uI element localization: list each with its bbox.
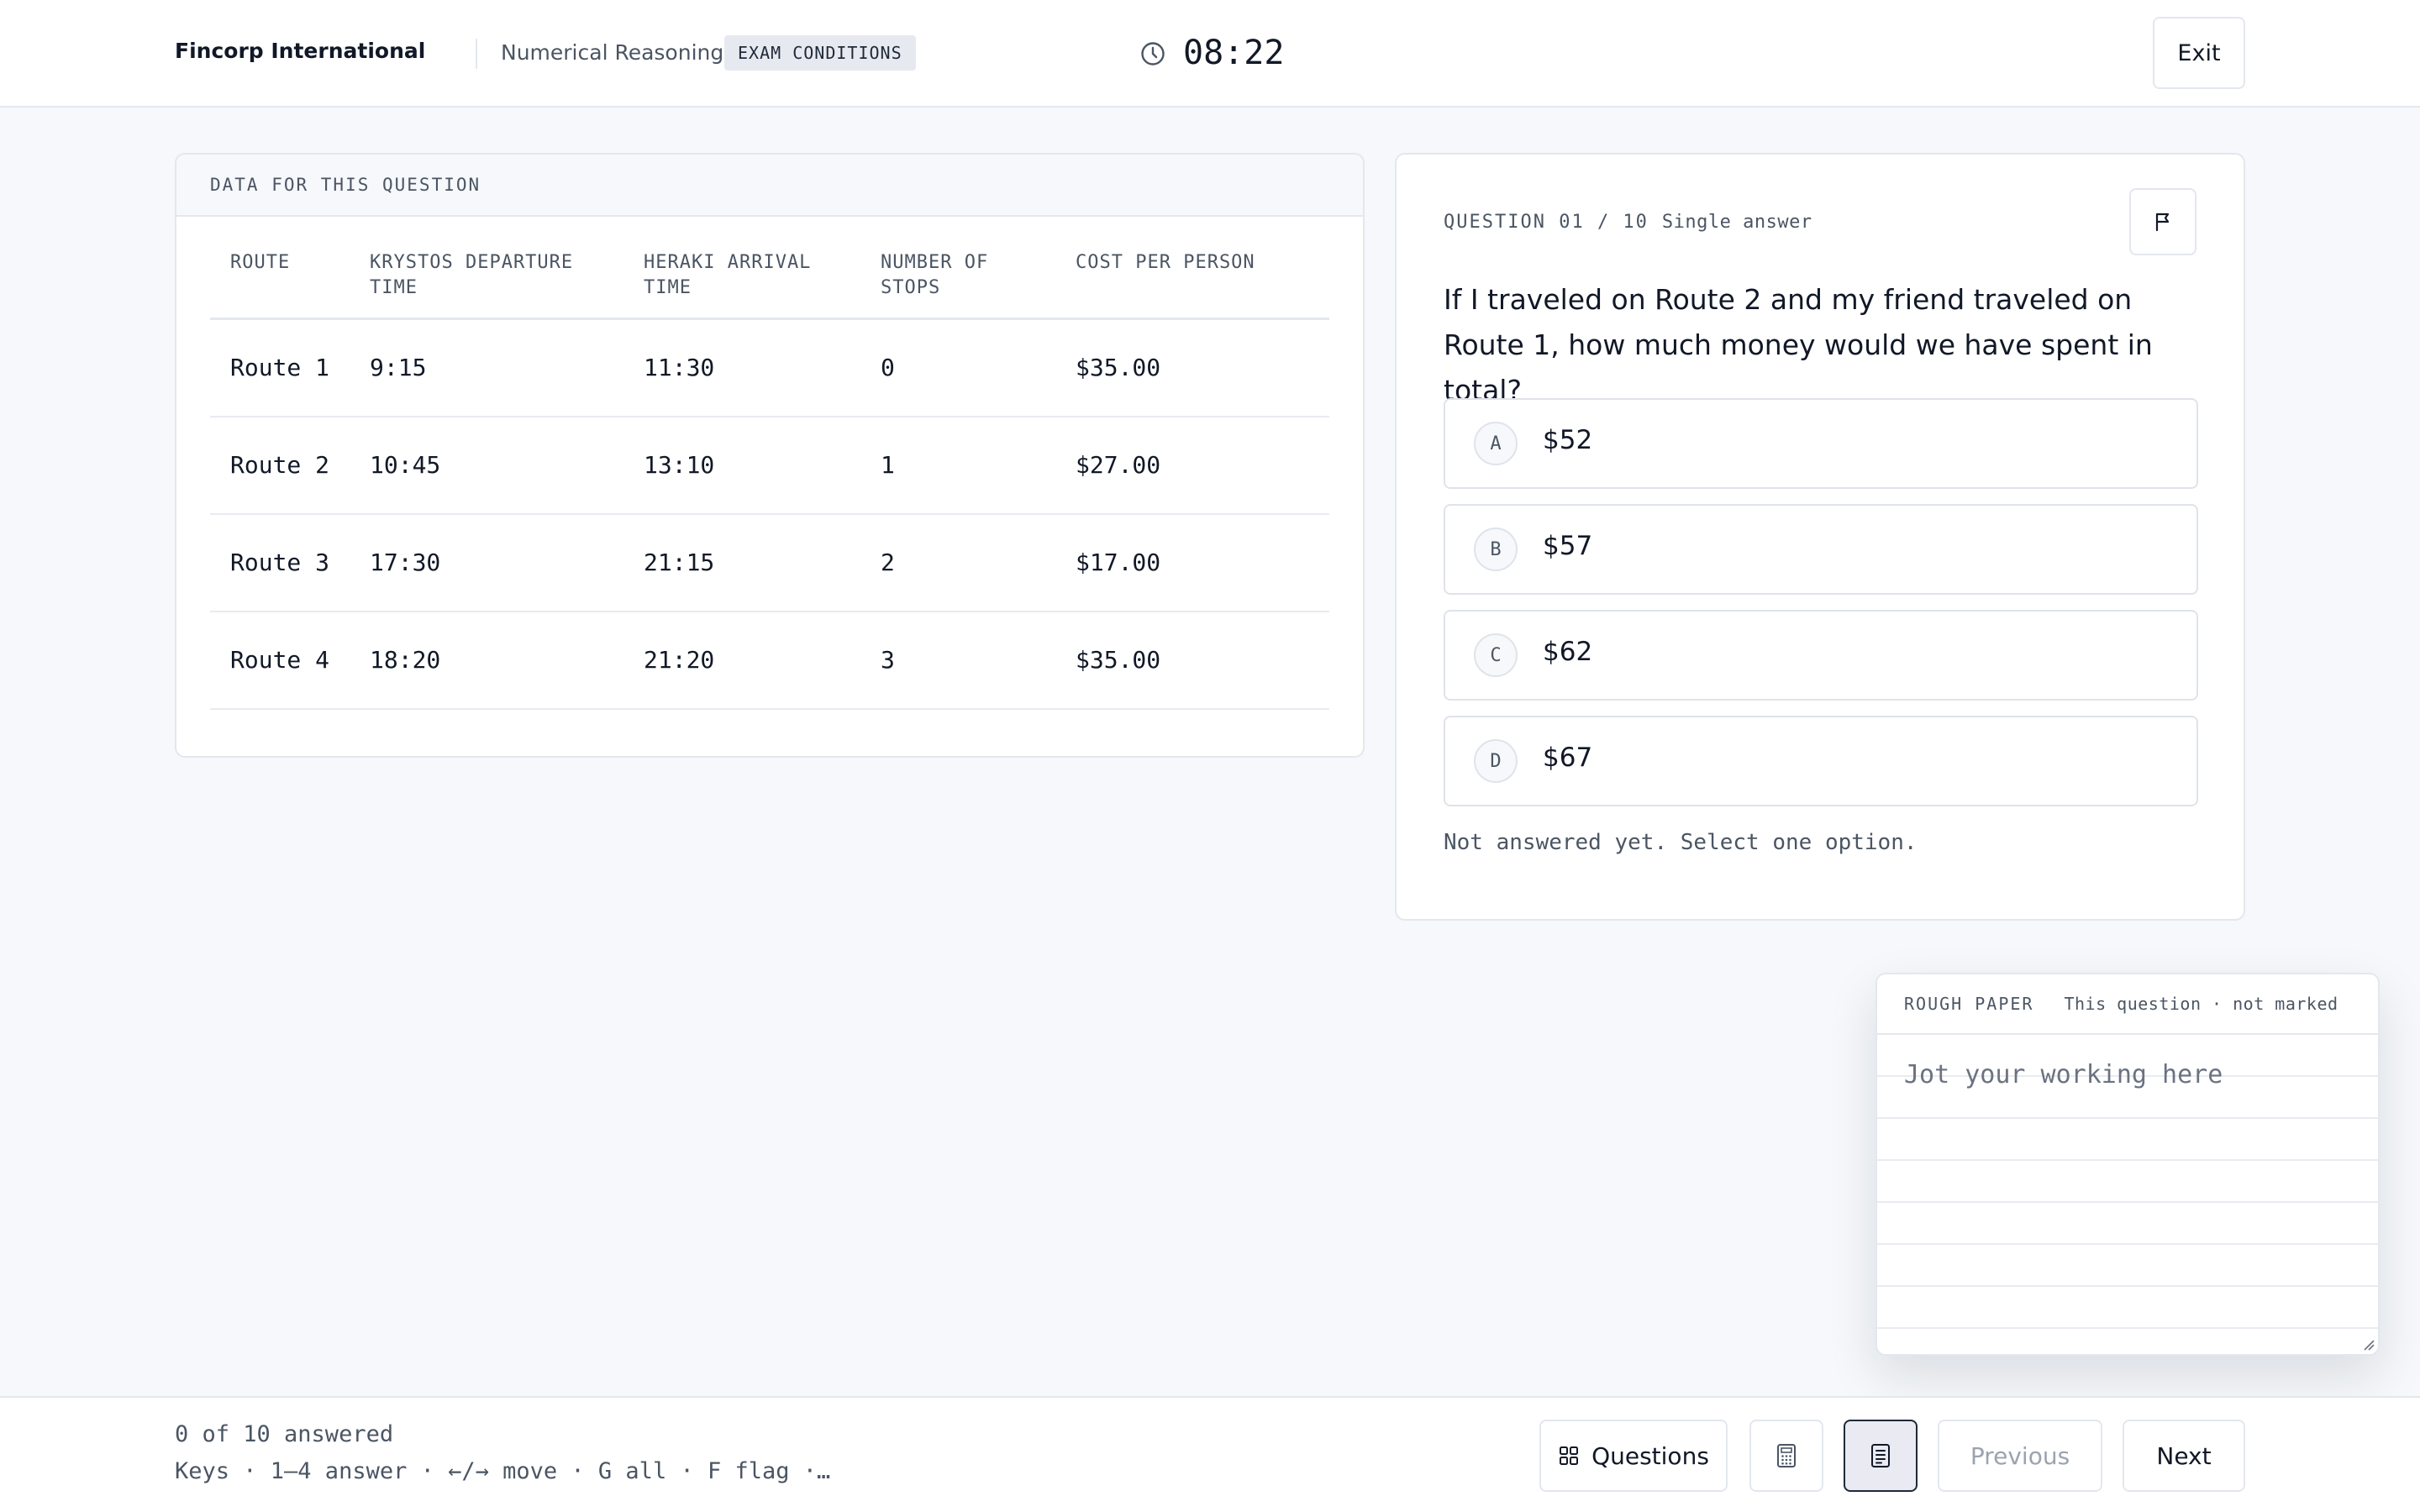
table-cell: 10:45	[350, 416, 623, 515]
answer-options: A $52 B $57 C $62 D $67	[1444, 398, 2198, 822]
option-text: $62	[1543, 637, 1593, 667]
questions-button-label: Questions	[1591, 1441, 1709, 1470]
option-letter: C	[1474, 633, 1518, 677]
question-text: If I traveled on Route 2 and my friend t…	[1444, 283, 2153, 407]
table-cell: Route 1	[210, 318, 350, 417]
calculator-icon	[1777, 1444, 1796, 1467]
rough-paper-header: ROUGH PAPER This question · not marked	[1877, 974, 2378, 1035]
table-row: Route 4 18:20 21:20 3 $35.00	[210, 611, 1329, 710]
flag-icon	[2155, 213, 2170, 232]
answer-option-a[interactable]: A $52	[1444, 398, 2198, 489]
data-panel-title: DATA FOR THIS QUESTION	[176, 155, 1363, 217]
table-cell: 13:10	[623, 416, 860, 515]
routes-table: ROUTE KRYSTOS DEPARTURE TIME HERAKI ARRI…	[210, 250, 1329, 710]
table-cell: 9:15	[350, 318, 623, 417]
answer-option-d[interactable]: D $67	[1444, 716, 2198, 806]
rough-paper-toggle-button[interactable]	[1844, 1420, 1918, 1492]
company-name: Fincorp International	[175, 39, 426, 63]
rough-paper-textarea[interactable]: Jot your working here	[1877, 1035, 2378, 1354]
column-header: NUMBER OF STOPS	[860, 250, 1055, 320]
next-button[interactable]: Next	[2123, 1420, 2245, 1492]
questions-button[interactable]: Questions	[1539, 1420, 1728, 1492]
question-type: Single answer	[1661, 212, 1812, 233]
table-cell: $35.00	[1055, 318, 1329, 417]
table-cell: 21:20	[623, 611, 860, 710]
option-text: $57	[1543, 531, 1593, 561]
answer-option-b[interactable]: B $57	[1444, 504, 2198, 595]
option-text: $52	[1543, 425, 1593, 455]
clock-icon	[1141, 42, 1165, 66]
table-cell: $35.00	[1055, 611, 1329, 710]
question-meta: QUESTION 01 / 10 Single answer	[1444, 212, 1812, 233]
keyboard-shortcuts-hint: Keys · 1–4 answer · ←/→ move · G all · F…	[175, 1458, 839, 1484]
table-cell: 1	[860, 416, 1055, 515]
table-cell: 11:30	[623, 318, 860, 417]
table-cell: 3	[860, 611, 1055, 710]
table-cell: Route 3	[210, 513, 350, 612]
column-header: ROUTE	[210, 250, 350, 320]
resize-handle-icon[interactable]	[2361, 1337, 2375, 1351]
top-bar: Fincorp International Numerical Reasonin…	[0, 0, 2420, 108]
table-cell: $17.00	[1055, 513, 1329, 612]
table-row: Route 2 10:45 13:10 1 $27.00	[210, 416, 1329, 515]
exam-conditions-badge: EXAM CONDITIONS	[724, 35, 916, 71]
countdown-timer: 08:22	[1183, 34, 1285, 72]
header-divider	[476, 39, 477, 69]
bottom-bar: 0 of 10 answered Keys · 1–4 answer · ←/→…	[0, 1396, 2420, 1512]
table-cell: 17:30	[350, 513, 623, 612]
table-cell: 2	[860, 513, 1055, 612]
grid-icon	[1560, 1446, 1579, 1465]
answer-status: Not answered yet. Select one option.	[1444, 830, 1918, 855]
rough-paper-panel: ROUGH PAPER This question · not marked Jo…	[1876, 973, 2380, 1356]
question-panel: QUESTION 01 / 10 Single answer If I trave…	[1395, 153, 2245, 921]
flag-question-button[interactable]	[2129, 188, 2196, 255]
table-cell: Route 2	[210, 416, 350, 515]
table-row: Route 1 9:15 11:30 0 $35.00	[210, 318, 1329, 417]
question-number: QUESTION 01 / 10	[1444, 212, 1649, 233]
table-cell: Route 4	[210, 611, 350, 710]
table-header-row: ROUTE KRYSTOS DEPARTURE TIME HERAKI ARRI…	[210, 250, 1329, 320]
table-cell: $27.00	[1055, 416, 1329, 515]
exit-button[interactable]: Exit	[2153, 17, 2245, 89]
column-header: COST PER PERSON	[1055, 250, 1329, 320]
rough-paper-subtitle: This question · not marked	[2064, 994, 2338, 1014]
previous-button[interactable]: Previous	[1938, 1420, 2102, 1492]
column-header: KRYSTOS DEPARTURE TIME	[350, 250, 623, 320]
column-header: HERAKI ARRIVAL TIME	[623, 250, 860, 320]
rough-paper-title: ROUGH PAPER	[1904, 994, 2034, 1014]
table-cell: 18:20	[350, 611, 623, 710]
option-text: $67	[1543, 743, 1593, 773]
table-cell: 21:15	[623, 513, 860, 612]
data-panel: DATA FOR THIS QUESTION ROUTE KRYSTOS DEP…	[175, 153, 1365, 758]
answer-option-c[interactable]: C $62	[1444, 610, 2198, 701]
table-row: Route 3 17:30 21:15 2 $17.00	[210, 513, 1329, 612]
calculator-button[interactable]	[1749, 1420, 1823, 1492]
table-cell: 0	[860, 318, 1055, 417]
progress-counter: 0 of 10 answered	[175, 1421, 394, 1447]
option-letter: A	[1474, 422, 1518, 465]
notes-icon	[1871, 1444, 1890, 1467]
test-section-name: Numerical Reasoning	[501, 40, 724, 65]
option-letter: B	[1474, 528, 1518, 571]
rough-paper-placeholder: Jot your working here	[1904, 1060, 2223, 1089]
option-letter: D	[1474, 739, 1518, 783]
